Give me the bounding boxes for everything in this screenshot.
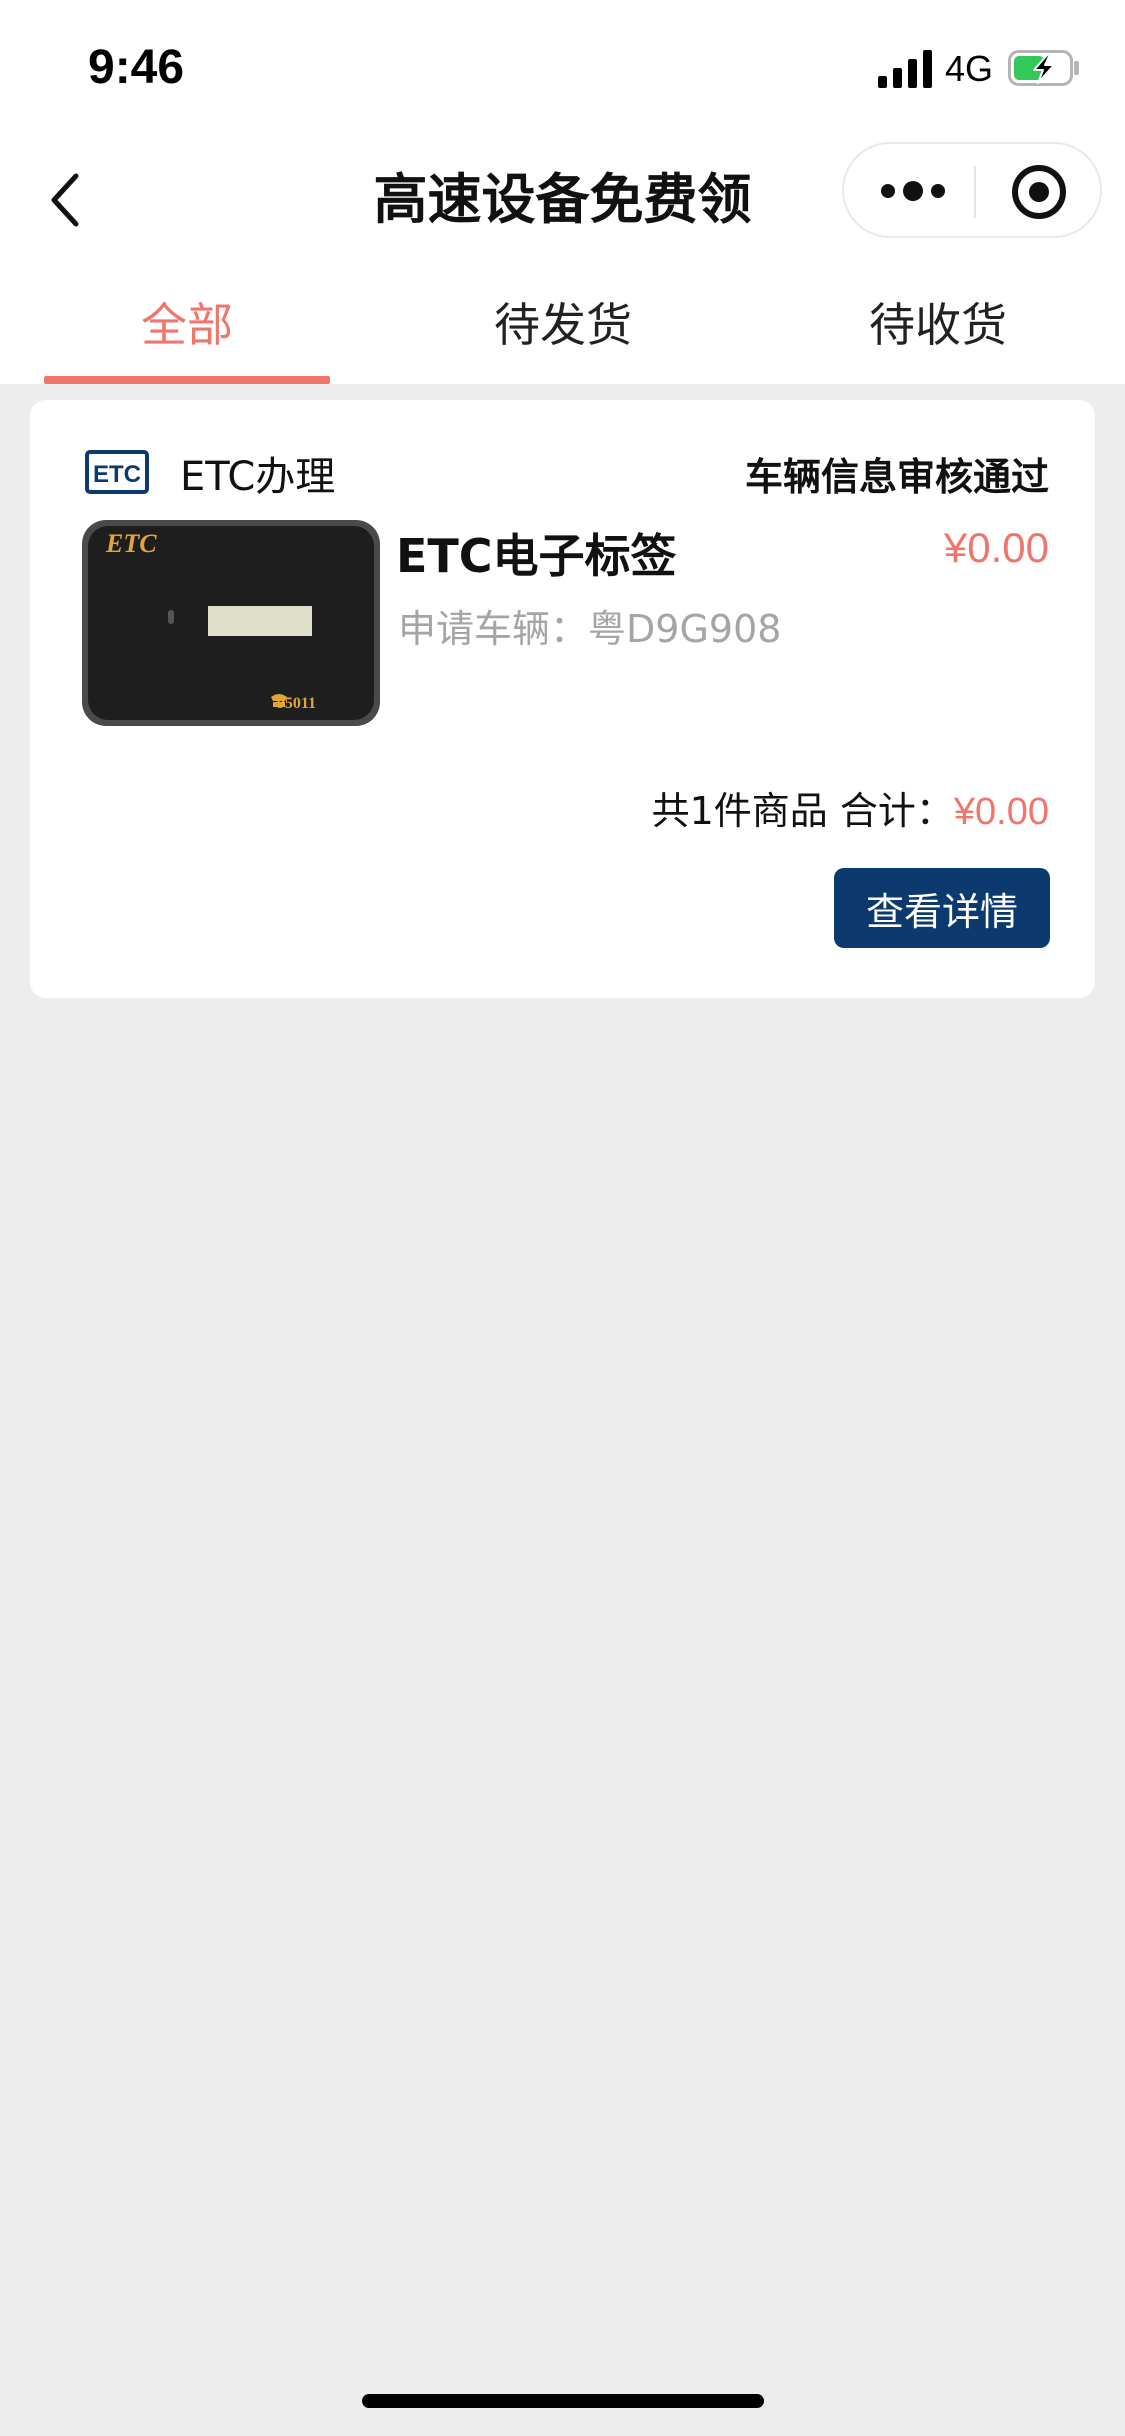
- vehicle-plate: 粤D9G908: [588, 607, 782, 651]
- etc-device-illustration: ETC 95011: [82, 520, 380, 726]
- more-dots-icon[interactable]: [878, 168, 948, 214]
- view-details-button[interactable]: 查看详情: [834, 868, 1050, 948]
- status-time: 9:46: [88, 41, 185, 94]
- product-price: ¥0.00: [943, 524, 1049, 571]
- network-type: 4G: [945, 48, 994, 89]
- tab-all[interactable]: 全部: [44, 260, 330, 384]
- product-image[interactable]: ETC 95011: [80, 518, 382, 728]
- vehicle-label: 申请车辆：: [398, 607, 589, 651]
- tab-pending-receipt[interactable]: 待收货: [795, 260, 1081, 384]
- total-value: ¥0.00: [953, 791, 1049, 833]
- item-count: 共1件商品: [651, 789, 828, 833]
- nav-bar: 高速设备免费领: [0, 140, 1125, 260]
- vehicle-info: 申请车辆：粤D9G908: [398, 598, 781, 653]
- order-tabs: 全部 待发货 待收货: [0, 260, 1125, 384]
- product-name: ETC电子标签: [396, 529, 677, 583]
- device-brand-text: ETC: [105, 529, 157, 558]
- tab-active-indicator: [44, 376, 330, 384]
- target-circle-icon[interactable]: [1009, 162, 1069, 222]
- shop-name: ETC办理: [180, 454, 336, 500]
- mini-program-capsule: [842, 142, 1102, 238]
- cellular-signal-icon: [878, 50, 932, 88]
- order-status: 车辆信息审核通过: [744, 455, 1049, 499]
- home-indicator: [362, 2394, 764, 2408]
- battery-charging-icon: [1008, 50, 1079, 86]
- total-label: 合计：: [839, 789, 954, 833]
- etc-logo-icon: ETC: [85, 450, 149, 494]
- etc-logo-text: ETC: [93, 461, 141, 488]
- order-summary: 共1件商品 合计：¥0.00: [652, 780, 1049, 835]
- status-bar: 9:46 4G: [0, 0, 1125, 140]
- order-card[interactable]: ETC ETC办理 车辆信息审核通过 ETC 95011 ETC电子标签 ¥0.…: [30, 400, 1095, 998]
- capsule-divider: [974, 166, 976, 218]
- tab-pending-shipment[interactable]: 待发货: [420, 260, 706, 384]
